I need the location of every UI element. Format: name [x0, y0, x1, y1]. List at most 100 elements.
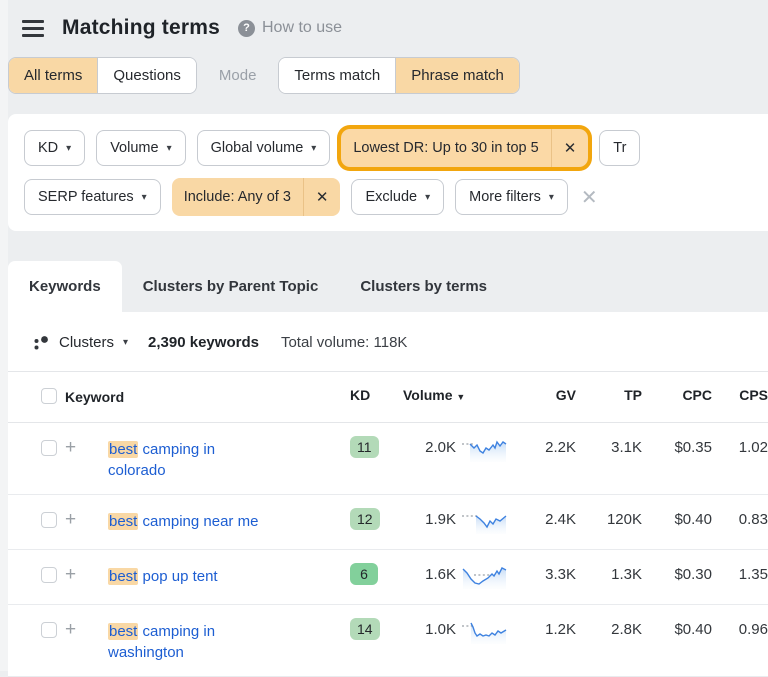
more-filters-button[interactable]: More filters ▾: [455, 179, 568, 215]
keyword-highlight: best: [108, 568, 138, 585]
app-header: Matching terms ? How to use: [0, 0, 768, 40]
kd-filter-button[interactable]: KD ▾: [24, 130, 85, 166]
cps-value: 1.02: [712, 439, 768, 456]
volume-value: 1.0K: [398, 621, 456, 638]
column-header-gv[interactable]: GV: [512, 387, 576, 403]
mode-label: Mode: [219, 67, 257, 84]
serp-features-filter-label: SERP features: [38, 189, 134, 205]
row-checkbox[interactable]: [41, 622, 57, 638]
clipped-filter-button[interactable]: Tr: [599, 130, 640, 166]
clusters-dropdown[interactable]: Clusters ▾: [33, 334, 128, 351]
table-header-row: Keyword KD Volume ▼ GV TP CPC CPS: [8, 372, 768, 423]
column-header-tp[interactable]: TP: [576, 387, 642, 403]
add-to-list-icon[interactable]: +: [65, 439, 108, 457]
trend-sparkline: [456, 621, 512, 644]
column-header-cpc[interactable]: CPC: [642, 387, 712, 403]
exclude-filter-button[interactable]: Exclude ▾: [351, 179, 444, 215]
global-volume-filter-label: Global volume: [211, 140, 304, 156]
total-volume: Total volume: 118K: [281, 334, 407, 351]
column-header-volume[interactable]: Volume ▼: [398, 387, 456, 403]
segment-questions[interactable]: Questions: [97, 58, 196, 93]
keyword-link[interactable]: camping near me: [138, 513, 258, 530]
kd-badge: 6: [350, 563, 378, 585]
chevron-down-icon: ▾: [66, 143, 71, 154]
table-row: + best camping in washington 14 1.0K 1.2…: [8, 605, 768, 677]
mode-segmented-control: Terms match Phrase match: [278, 57, 519, 94]
kd-filter-label: KD: [38, 140, 58, 156]
hamburger-menu-icon[interactable]: [22, 20, 44, 37]
gv-value: 2.2K: [512, 439, 576, 456]
volume-value: 1.9K: [398, 511, 456, 528]
lowest-dr-filter-chip[interactable]: Lowest DR: Up to 30 in top 5 ✕: [341, 129, 588, 167]
view-toggle-row: All terms Questions Mode Terms match Phr…: [8, 57, 768, 94]
cps-value: 1.35: [712, 566, 768, 583]
kd-badge: 12: [350, 508, 380, 530]
row-checkbox[interactable]: [41, 440, 57, 456]
clipped-filter-label: Tr: [613, 140, 626, 156]
page-title: Matching terms: [62, 16, 220, 40]
tp-value: 1.3K: [576, 566, 642, 583]
select-all-checkbox[interactable]: [41, 388, 57, 404]
gv-value: 1.2K: [512, 621, 576, 638]
clusters-icon: [33, 334, 50, 351]
tp-value: 3.1K: [576, 439, 642, 456]
kd-badge: 14: [350, 618, 380, 640]
volume-filter-label: Volume: [110, 140, 158, 156]
keyword-highlight: best: [108, 513, 138, 530]
tab-keywords[interactable]: Keywords: [8, 261, 122, 312]
column-header-keyword[interactable]: Keyword: [65, 387, 350, 408]
terms-segmented-control: All terms Questions: [8, 57, 197, 94]
table-row: + best camping near me 12 1.9K 2.4K 120K…: [8, 495, 768, 550]
chevron-down-icon: ▾: [311, 143, 316, 154]
keyword-highlight: best: [108, 623, 138, 640]
chevron-down-icon: ▾: [142, 192, 147, 203]
tab-clusters-by-terms[interactable]: Clusters by terms: [339, 261, 508, 312]
table-row: + best pop up tent 6 1.6K 3.3K 1.3K $0.3…: [8, 550, 768, 605]
column-header-kd[interactable]: KD: [350, 387, 398, 403]
cpc-value: $0.30: [642, 566, 712, 583]
volume-filter-button[interactable]: Volume ▾: [96, 130, 185, 166]
volume-value: 1.6K: [398, 566, 456, 583]
trend-sparkline: [456, 511, 512, 534]
clear-all-filters-icon[interactable]: ✕: [579, 185, 600, 210]
tp-value: 2.8K: [576, 621, 642, 638]
chevron-down-icon: ▾: [123, 337, 128, 348]
row-checkbox[interactable]: [41, 567, 57, 583]
include-filter-chip[interactable]: Include: Any of 3 ✕: [172, 178, 341, 216]
kd-badge: 11: [350, 436, 379, 458]
add-to-list-icon[interactable]: +: [65, 566, 108, 584]
segment-terms-match[interactable]: Terms match: [279, 58, 395, 93]
trend-sparkline: [456, 566, 512, 589]
gv-value: 2.4K: [512, 511, 576, 528]
chevron-down-icon: ▾: [425, 192, 430, 203]
volume-header-label: Volume: [403, 387, 453, 403]
keyword-link[interactable]: pop up tent: [138, 568, 217, 585]
segment-all-terms[interactable]: All terms: [9, 58, 97, 93]
sort-desc-icon: ▼: [456, 392, 465, 402]
tab-clusters-by-parent-topic[interactable]: Clusters by Parent Topic: [122, 261, 340, 312]
gv-value: 3.3K: [512, 566, 576, 583]
trend-sparkline: [456, 439, 512, 462]
result-tabs: Keywords Clusters by Parent Topic Cluste…: [8, 261, 768, 312]
keyword-highlight: best: [108, 441, 138, 458]
serp-features-filter-button[interactable]: SERP features ▾: [24, 179, 161, 215]
cpc-value: $0.40: [642, 621, 712, 638]
table-body: + best camping in colorado 11 2.0K 2.2K …: [8, 423, 768, 677]
cps-value: 0.83: [712, 511, 768, 528]
add-to-list-icon[interactable]: +: [65, 621, 108, 639]
row-checkbox[interactable]: [41, 512, 57, 528]
how-to-use-link[interactable]: ? How to use: [238, 19, 342, 37]
lowest-dr-filter-label: Lowest DR: Up to 30 in top 5: [341, 130, 550, 166]
help-question-icon: ?: [238, 20, 255, 37]
add-to-list-icon[interactable]: +: [65, 511, 108, 529]
clusters-dropdown-label: Clusters: [59, 334, 114, 351]
segment-phrase-match[interactable]: Phrase match: [395, 58, 519, 93]
remove-lowest-dr-icon[interactable]: ✕: [551, 129, 589, 167]
cpc-value: $0.40: [642, 511, 712, 528]
cps-value: 0.96: [712, 621, 768, 638]
exclude-filter-label: Exclude: [365, 189, 417, 205]
remove-include-icon[interactable]: ✕: [303, 178, 341, 216]
column-header-cps[interactable]: CPS: [712, 387, 768, 403]
global-volume-filter-button[interactable]: Global volume ▾: [197, 130, 331, 166]
tp-value: 120K: [576, 511, 642, 528]
